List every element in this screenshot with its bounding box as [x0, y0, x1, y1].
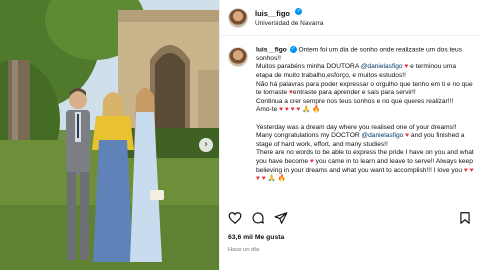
caption-line: entraste para aprender e sais para servi… [292, 89, 416, 97]
hearts-emoji: ♥ ♥ ♥ ♥ [279, 106, 301, 114]
avatar[interactable] [228, 7, 248, 28]
caption-username[interactable]: luis__figo [256, 46, 287, 53]
caption-paragraph: Muitos parabéns minha DOUTORA @danielasf… [256, 63, 474, 80]
post-timestamp[interactable]: Hace un día [228, 247, 259, 253]
caption-paragraph: Não há palavras para poder expressar o o… [256, 81, 474, 98]
chevron-right-icon[interactable]: › [199, 138, 213, 152]
caption-avatar[interactable] [228, 47, 248, 67]
mention-link[interactable]: @danielasfigo [361, 132, 403, 139]
verified-badge-icon: ✓ [289, 46, 297, 53]
share-icon[interactable] [274, 211, 288, 225]
post-header: luis__figo ✓ Universidad de Navarra [220, 0, 480, 36]
caption-line: Muitos parabéns minha DOUTORA [256, 63, 361, 71]
bookmark-icon[interactable] [458, 211, 472, 225]
caption-paragraph: There are no words to be able to express… [256, 149, 474, 183]
caption-line: Ontem foi um dia de sonho onde realizast… [256, 46, 462, 62]
caption-paragraph: Many congratulations my DOCTOR @danielas… [256, 132, 474, 149]
mention-link[interactable]: @danielasfigo [361, 63, 403, 70]
caption-paragraph: luis__figo ✓ Ontem foi um dia de sonho o… [256, 46, 474, 63]
verified-badge-icon: ✓ [295, 7, 303, 15]
post-side-panel: luis__figo ✓ Universidad de Navarra luis… [219, 0, 480, 270]
username[interactable]: luis__figo [255, 9, 290, 18]
post-photo[interactable]: › [0, 0, 219, 270]
header-text: luis__figo ✓ Universidad de Navarra [255, 7, 323, 29]
caption-paragraph: Yesterday was a dream day where you real… [256, 123, 457, 131]
instagram-post: › luis__figo ✓ Universidad de Navarra lu… [0, 0, 480, 270]
caption-line: Many congratulations my DOCTOR [256, 132, 362, 140]
heart-icon[interactable] [228, 211, 242, 225]
emoji: 🙏 🔥 [265, 175, 286, 183]
caption-paragraph: Amo-te ♥ ♥ ♥ ♥ 🙏 🔥 [256, 106, 474, 115]
photo-illustration [0, 0, 219, 270]
action-bar [228, 210, 472, 226]
likes-count[interactable]: 63,6 mil Me gusta [228, 234, 284, 241]
caption-text: luis__figo ✓ Ontem foi um dia de sonho o… [256, 46, 474, 202]
emoji: 🙏 🔥 [300, 106, 321, 114]
caption-line: Amo-te [256, 106, 280, 114]
comment-icon[interactable] [251, 211, 265, 225]
location[interactable]: Universidad de Navarra [255, 19, 323, 29]
caption: luis__figo ✓ Ontem foi um dia de sonho o… [228, 46, 474, 202]
